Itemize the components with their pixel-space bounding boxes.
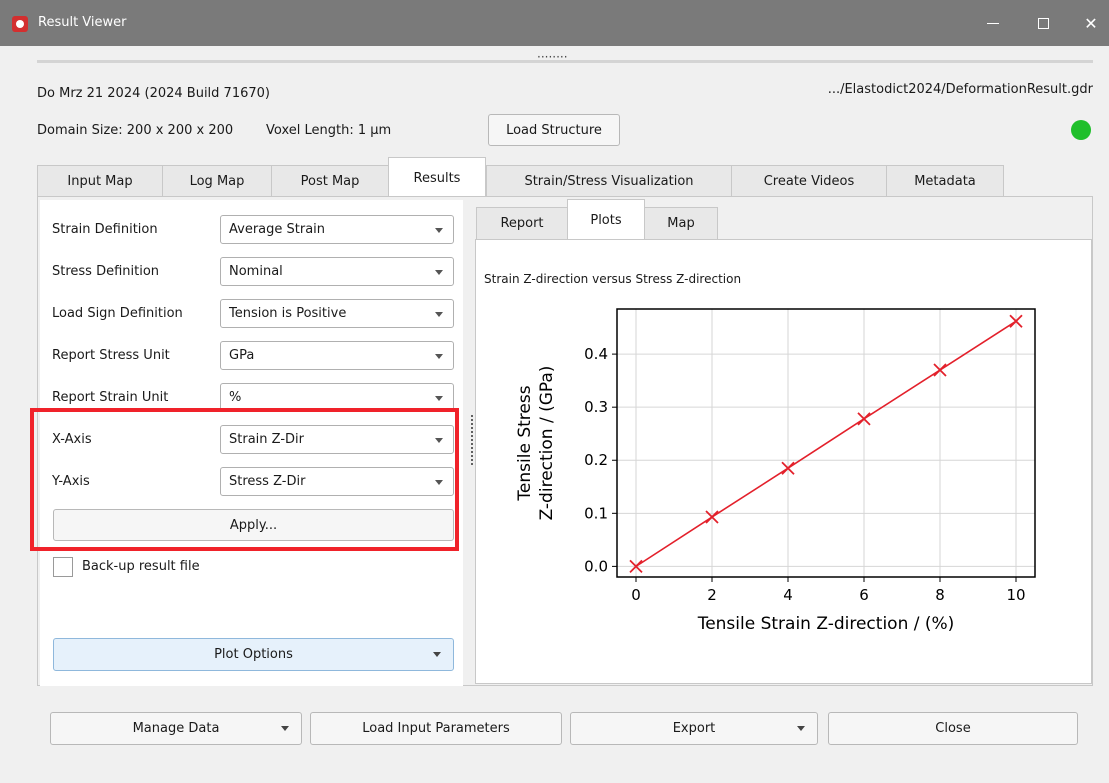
file-path: .../Elastodict2024/DeformationResult.gdr [827, 82, 1093, 97]
stress-definition-value: Nominal [229, 264, 283, 279]
chevron-down-icon [435, 270, 443, 275]
chevron-down-icon [435, 228, 443, 233]
x-tick-label: 2 [707, 586, 717, 604]
y-tick-label: 0.0 [584, 557, 608, 575]
close-button[interactable]: Close [828, 712, 1078, 745]
tab-report[interactable]: Report [476, 207, 568, 239]
stress-definition-label: Stress Definition [52, 264, 160, 279]
minimize-icon [987, 22, 999, 24]
vertical-splitter-grip-icon[interactable] [470, 414, 474, 466]
tab-map[interactable]: Map [644, 207, 718, 239]
minimize-button[interactable] [970, 0, 1016, 46]
chevron-down-icon [281, 726, 289, 731]
app-logo-icon [12, 16, 28, 32]
chevron-down-icon [435, 480, 443, 485]
series-line [635, 320, 1017, 568]
chevron-down-icon [797, 726, 805, 731]
y-tick-label: 0.1 [584, 504, 608, 522]
domain-size: Domain Size: 200 x 200 x 200 [37, 123, 234, 138]
tab-log-map[interactable]: Log Map [162, 165, 272, 197]
voxel-length: Voxel Length: 1 µm [266, 123, 392, 138]
y-axis-label: Y-Axis [52, 474, 90, 489]
x-tick-label: 0 [631, 586, 641, 604]
report-strain-unit-value: % [229, 390, 242, 405]
chevron-down-icon [435, 354, 443, 359]
plot-options-button[interactable]: Plot Options [53, 638, 454, 671]
title-bar: Result Viewer ✕ [0, 0, 1109, 46]
x-tick-label: 4 [783, 586, 793, 604]
load-input-parameters-button[interactable]: Load Input Parameters [310, 712, 562, 745]
tab-create-videos[interactable]: Create Videos [731, 165, 887, 197]
apply-button[interactable]: Apply... [53, 509, 454, 541]
build-info: Do Mrz 21 2024 (2024 Build 71670) [37, 86, 270, 101]
chart-title: Strain Z-direction versus Stress Z-direc… [484, 272, 742, 286]
strain-definition-label: Strain Definition [52, 222, 158, 237]
chevron-down-icon [433, 652, 441, 657]
tab-post-map[interactable]: Post Map [271, 165, 389, 197]
tab-input-map[interactable]: Input Map [37, 165, 163, 197]
load-structure-button[interactable]: Load Structure [488, 114, 620, 146]
export-label: Export [672, 721, 716, 736]
chevron-down-icon [435, 396, 443, 401]
backup-checkbox[interactable] [53, 557, 73, 577]
tab-metadata[interactable]: Metadata [886, 165, 1004, 197]
manage-data-label: Manage Data [132, 721, 220, 736]
tab-plots[interactable]: Plots [567, 199, 645, 240]
y-axis-value: Stress Z-Dir [229, 474, 306, 489]
x-tick-label: 8 [935, 586, 945, 604]
report-stress-unit-value: GPa [229, 348, 255, 363]
splitter-grip-icon[interactable]: ········ [537, 51, 568, 63]
y-tick-label: 0.2 [584, 451, 608, 469]
strain-stress-chart: 0 2 4 6 8 10 0.0 0.1 0.2 0.3 0.4 Tensile Strain Z-… [515, 308, 1036, 634]
maximize-icon [1037, 17, 1049, 29]
y-tick-label: 0.4 [584, 345, 608, 363]
close-window-button[interactable]: ✕ [1068, 0, 1109, 46]
strain-definition-value: Average Strain [229, 222, 326, 237]
chevron-down-icon [435, 438, 443, 443]
close-icon: ✕ [1084, 13, 1098, 33]
tab-strain-stress-visualization[interactable]: Strain/Stress Visualization [486, 165, 732, 197]
chart-ticks: 0 2 4 6 8 10 0.0 0.1 0.2 0.3 0.4 [584, 345, 1025, 604]
load-sign-definition-value: Tension is Positive [229, 306, 347, 321]
y-axis-title-line1: Tensile Stress [515, 385, 535, 501]
report-stress-unit-select[interactable]: GPa [220, 341, 454, 370]
tab-results[interactable]: Results [388, 157, 486, 198]
x-axis-select[interactable]: Strain Z-Dir [220, 425, 454, 454]
load-sign-definition-label: Load Sign Definition [52, 306, 183, 321]
plot-options-label: Plot Options [214, 647, 293, 662]
report-strain-unit-label: Report Strain Unit [52, 390, 169, 405]
report-stress-unit-label: Report Stress Unit [52, 348, 170, 363]
manage-data-button[interactable]: Manage Data [50, 712, 302, 745]
y-axis-title-line2: Z-direction / (GPa) [537, 366, 557, 521]
backup-label: Back-up result file [82, 559, 200, 574]
maximize-button[interactable] [1020, 0, 1066, 46]
report-strain-unit-select[interactable]: % [220, 383, 454, 412]
y-tick-label: 0.3 [584, 398, 608, 416]
status-indicator [1071, 120, 1091, 140]
x-axis-value: Strain Z-Dir [229, 432, 304, 447]
x-axis-title: Tensile Strain Z-direction / (%) [697, 614, 955, 634]
stress-definition-select[interactable]: Nominal [220, 257, 454, 286]
load-sign-definition-select[interactable]: Tension is Positive [220, 299, 454, 328]
strain-definition-select[interactable]: Average Strain [220, 215, 454, 244]
x-tick-label: 6 [859, 586, 869, 604]
x-axis-label: X-Axis [52, 432, 92, 447]
x-tick-label: 10 [1006, 586, 1025, 604]
chevron-down-icon [435, 312, 443, 317]
window-title: Result Viewer [38, 15, 127, 30]
export-button[interactable]: Export [570, 712, 818, 745]
y-axis-select[interactable]: Stress Z-Dir [220, 467, 454, 496]
